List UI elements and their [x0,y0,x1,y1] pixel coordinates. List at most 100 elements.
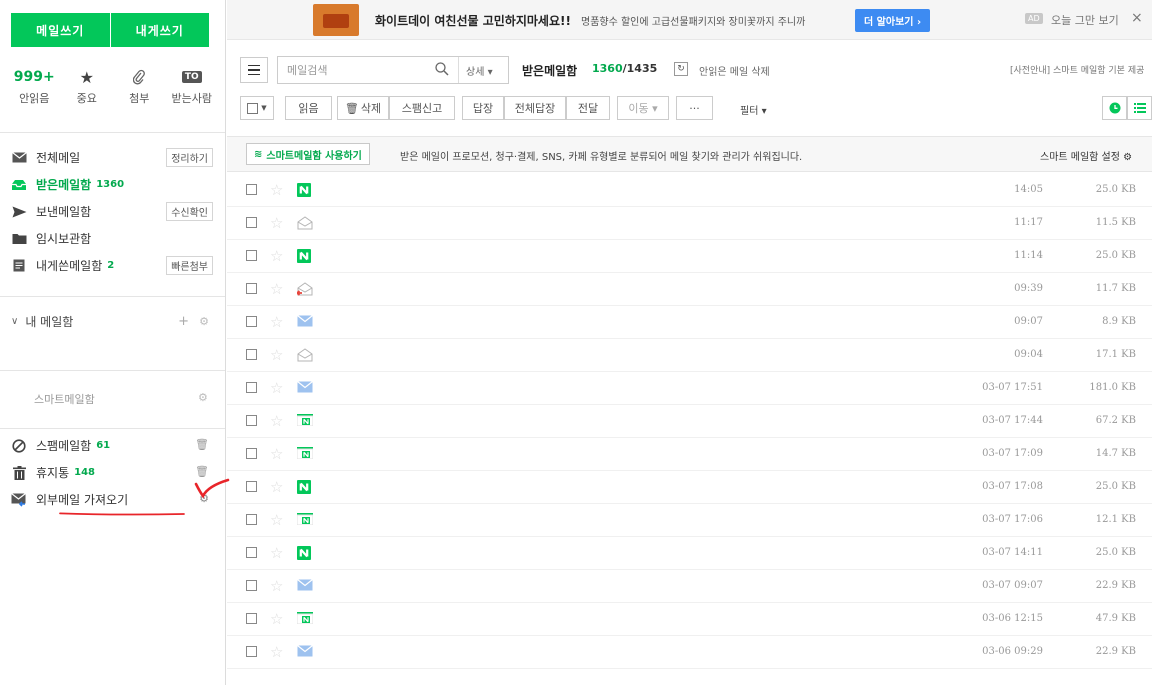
refresh-icon[interactable]: ↻ [674,62,688,76]
mail-checkbox[interactable] [246,250,257,261]
star-icon[interactable]: ☆ [270,181,283,199]
use-smart-mailbox-button[interactable]: ≋ 스마트메일함 사용하기 [246,143,370,165]
my-mailbox-toggle[interactable]: ∨ 내 메일함 + ⚙ [11,312,215,330]
quick-attachment[interactable]: 첨부 [113,64,166,106]
mail-checkbox[interactable] [246,349,257,360]
mail-row[interactable]: ☆ 09:39 11.7 KB [227,273,1152,306]
star-icon[interactable]: ☆ [270,445,283,463]
mark-read-button[interactable]: 읽음 [285,96,332,120]
star-icon[interactable]: ☆ [270,280,283,298]
read-receipt-button[interactable]: 수신확인 [166,202,213,221]
search-detail-dropdown[interactable]: 상세 ▾ [458,57,493,83]
gear-icon[interactable]: ⚙ [198,391,208,404]
mail-row[interactable]: ☆ 03-07 17:09 14.7 KB [227,438,1152,471]
move-dropdown[interactable]: 이동 ▾ [617,96,669,120]
search-input[interactable] [287,63,435,77]
memo-icon [11,259,27,273]
folder-trash[interactable]: 휴지통 148 🗑 [0,459,225,486]
spam-report-button[interactable]: 스팸신고 [389,96,455,120]
folder-spam[interactable]: 스팸메일함 61 🗑 [0,432,225,459]
mail-checkbox[interactable] [246,184,257,195]
mail-checkbox[interactable] [246,547,257,558]
trash-icon[interactable]: 🗑 [195,438,209,451]
star-icon[interactable]: ☆ [270,247,283,265]
time-view-icon[interactable] [1102,96,1127,120]
star-icon[interactable]: ☆ [270,610,283,628]
delete-unread-link[interactable]: 안읽은 메일 삭제 [699,63,770,78]
mail-checkbox[interactable] [246,514,257,525]
gear-icon[interactable]: ⚙ [199,315,209,328]
star-icon[interactable]: ☆ [270,412,283,430]
mail-row[interactable]: ☆ 03-06 09:29 22.9 KB [227,636,1152,669]
smart-mailbox-label[interactable]: 스마트메일함 [34,391,95,407]
mail-row[interactable]: ☆ 03-07 17:08 25.0 KB [227,471,1152,504]
ad-title[interactable]: 화이트데이 여친선물 고민하지마세요!! [375,12,571,29]
quick-important[interactable]: ★ 중요 [61,64,114,106]
mail-row[interactable]: ☆ 11:17 11.5 KB [227,207,1152,240]
forward-button[interactable]: 전달 [566,96,610,120]
reply-button[interactable]: 답장 [462,96,504,120]
learn-more-button[interactable]: 더 알아보기 › [855,9,931,32]
quick-unread[interactable]: 999+ 안읽음 [8,64,61,106]
mail-checkbox[interactable] [246,316,257,327]
mail-checkbox[interactable] [246,415,257,426]
mail-row[interactable]: ☆ 11:14 25.0 KB [227,240,1152,273]
mail-checkbox[interactable] [246,382,257,393]
star-icon[interactable]: ☆ [270,643,283,661]
folder-self-mail[interactable]: 내게쓴메일함 2 빠른첨부 [0,252,225,279]
notice-text[interactable]: [사전안내] 스마트 메일함 기본 제공 [1010,63,1144,76]
star-icon[interactable]: ☆ [270,511,283,529]
mail-checkbox[interactable] [246,217,257,228]
folder-import-external[interactable]: 외부메일 가져오기 ⚙ [0,486,225,513]
mail-size: 25.0 KB [1095,481,1136,492]
star-icon[interactable]: ☆ [270,544,283,562]
star-icon[interactable]: ☆ [270,313,283,331]
quick-attach-button[interactable]: 빠른첨부 [166,256,213,275]
star-icon[interactable]: ☆ [270,214,283,232]
select-all-checkbox[interactable]: ▼ [240,96,274,120]
mail-row[interactable]: ☆ 03-06 12:15 47.9 KB [227,603,1152,636]
mail-row[interactable]: ☆ 09:07 8.9 KB [227,306,1152,339]
reply-all-button[interactable]: 전체답장 [504,96,566,120]
mail-time: 11:14 [1014,250,1043,261]
mail-row[interactable]: ☆ 03-07 17:51 181.0 KB [227,372,1152,405]
mail-checkbox[interactable] [246,580,257,591]
folder-inbox[interactable]: 받은메일함 1360 [0,171,225,198]
star-icon[interactable]: ☆ [270,478,283,496]
naver-n-icon [297,480,313,494]
mail-checkbox[interactable] [246,481,257,492]
mail-checkbox[interactable] [246,283,257,294]
search-icon[interactable] [435,62,449,80]
quick-attachment-label: 첨부 [129,92,150,105]
quick-to-me[interactable]: TO 받는사람 [166,64,219,106]
delete-button[interactable]: 🗑 삭제 [337,96,389,120]
more-button[interactable]: ··· [676,96,713,120]
star-icon[interactable]: ☆ [270,577,283,595]
mail-checkbox[interactable] [246,646,257,657]
mail-row[interactable]: ☆ 03-07 17:44 67.2 KB [227,405,1152,438]
mail-checkbox[interactable] [246,613,257,624]
mail-row[interactable]: ☆ 09:04 17.1 KB [227,339,1152,372]
mail-row[interactable]: ☆ 03-07 09:07 22.9 KB [227,570,1152,603]
write-to-self-button[interactable]: 내게쓰기 [109,13,209,47]
filter-dropdown[interactable]: 필터 ▾ [740,102,767,117]
mail-checkbox[interactable] [246,448,257,459]
ad-subtitle[interactable]: 명품향수 할인에 고급선물패키지와 장미꽃까지 주니까 [581,13,805,28]
add-folder-icon[interactable]: + [178,314,189,329]
hide-today-button[interactable]: 오늘 그만 보기 [1051,12,1119,28]
gift-box-image[interactable] [313,4,359,36]
folder-drafts[interactable]: 임시보관함 [0,225,225,252]
star-icon[interactable]: ☆ [270,346,283,364]
star-icon[interactable]: ☆ [270,379,283,397]
smart-mailbox-settings-link[interactable]: 스마트 메일함 설정 ⚙ [1040,148,1132,163]
organize-button[interactable]: 정리하기 [166,148,213,167]
menu-icon[interactable] [240,57,268,83]
mail-row[interactable]: ☆ 03-07 14:11 25.0 KB [227,537,1152,570]
list-view-icon[interactable] [1127,96,1152,120]
write-mail-button[interactable]: 메일쓰기 [11,13,110,47]
mail-row[interactable]: ☆ 14:05 25.0 KB [227,174,1152,207]
folder-all-mail[interactable]: 전체메일 정리하기 [0,144,225,171]
close-icon[interactable]: × [1131,10,1143,26]
mail-row[interactable]: ☆ 03-07 17:06 12.1 KB [227,504,1152,537]
folder-sent[interactable]: 보낸메일함 수신확인 [0,198,225,225]
